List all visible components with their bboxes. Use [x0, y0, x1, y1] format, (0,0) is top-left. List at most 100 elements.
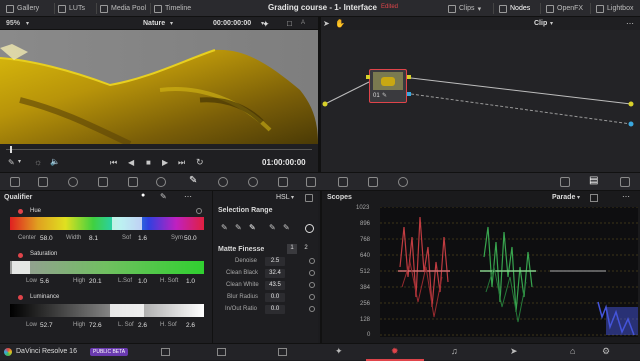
scopes-tool-icon[interactable]: ▤	[589, 175, 598, 186]
mode-dot-icon[interactable]: ●	[141, 192, 145, 199]
softness-plus-icon[interactable]: ✎	[283, 223, 290, 232]
chevron-down-icon[interactable]: ▾	[170, 20, 173, 27]
picker-icon[interactable]: ✎	[160, 192, 167, 201]
hue-center-value[interactable]: 58.0	[40, 235, 53, 242]
home-icon[interactable]: ⌂	[570, 346, 575, 356]
volume-icon[interactable]: 🔈	[50, 157, 60, 166]
skip-end-icon[interactable]: ⏭	[178, 158, 185, 168]
color-page-tab[interactable]: ✹	[366, 344, 424, 361]
pen-icon[interactable]: ✎	[8, 158, 15, 167]
softness-minus-icon[interactable]: ✎	[269, 223, 276, 232]
chevron-down-icon[interactable]: ▾	[577, 194, 580, 201]
sizing-icon[interactable]	[368, 177, 378, 187]
timeline-button[interactable]: Timeline	[154, 3, 191, 14]
pointer-icon[interactable]: ➤	[323, 19, 330, 28]
chevron-down-icon[interactable]: ▾	[550, 20, 553, 27]
clean-white-reset-icon[interactable]	[309, 282, 315, 288]
sat-hsoft-value[interactable]: 1.0	[186, 278, 195, 285]
eyedropper-plus-icon[interactable]: ✎	[249, 223, 256, 232]
in-out-ratio-field[interactable]: 0.0	[265, 305, 285, 314]
lum-lsoft-value[interactable]: 2.6	[138, 322, 147, 329]
scope-type-select[interactable]: Parade	[552, 194, 575, 201]
clean-white-field[interactable]: 43.5	[265, 281, 285, 290]
blur-icon[interactable]	[306, 177, 316, 187]
media-page-icon[interactable]	[161, 348, 170, 356]
highlight-icon[interactable]: ☼	[34, 157, 42, 167]
hue-reset-icon[interactable]	[196, 208, 202, 214]
hue-width-value[interactable]: 8.1	[89, 235, 98, 242]
playhead[interactable]	[10, 146, 12, 153]
magic-mask-icon[interactable]	[278, 177, 288, 187]
color-wheels-icon[interactable]	[68, 177, 78, 187]
cursor-icon[interactable]: ✦	[262, 19, 270, 30]
color-node[interactable]: 01 ✎	[369, 69, 407, 103]
info-panel-icon[interactable]	[620, 177, 630, 187]
denoise-reset-icon[interactable]	[309, 258, 315, 264]
more-options-icon[interactable]: ⋯	[184, 192, 192, 201]
more-options-icon[interactable]: ⋯	[626, 19, 634, 28]
skip-start-icon[interactable]: ⏮	[110, 158, 117, 168]
clean-black-field[interactable]: 32.4	[265, 269, 285, 278]
node-output-rgb[interactable]	[407, 75, 411, 79]
qualifier-tool-icon[interactable]: ✎	[189, 175, 197, 186]
clean-black-reset-icon[interactable]	[309, 270, 315, 276]
rgb-mixer-icon[interactable]	[98, 177, 108, 187]
gallery-button[interactable]: Gallery	[6, 3, 39, 14]
edit-page-icon[interactable]	[278, 348, 287, 356]
in-out-ratio-reset-icon[interactable]	[309, 306, 315, 312]
clips-button[interactable]: Clips ▾	[448, 3, 481, 14]
wipe-icon[interactable]: □	[287, 19, 292, 28]
play-icon[interactable]: ▶	[162, 158, 168, 167]
loop-icon[interactable]: ↻	[196, 157, 204, 168]
tracker-icon[interactable]	[248, 177, 258, 187]
sat-high-value[interactable]: 20.1	[89, 278, 102, 285]
sat-lsoft-value[interactable]: 1.0	[138, 278, 147, 285]
node-output-key[interactable]	[407, 92, 411, 96]
chevron-down-icon[interactable]: ▾	[18, 158, 21, 165]
node-input-rgb[interactable]	[366, 75, 370, 79]
blur-radius-reset-icon[interactable]	[309, 294, 315, 300]
curves-icon[interactable]	[156, 177, 166, 187]
deliver-page-icon[interactable]: ➤	[510, 346, 518, 357]
denoise-field[interactable]: 2.5	[265, 257, 285, 266]
3d-icon[interactable]	[398, 177, 408, 187]
reset-all-icon[interactable]	[305, 194, 313, 202]
luminance-enable-toggle[interactable]	[18, 295, 23, 300]
stop-icon[interactable]: ■	[146, 158, 151, 167]
saturation-enable-toggle[interactable]	[18, 253, 23, 258]
scrubber-track[interactable]	[6, 149, 312, 150]
chevron-down-icon[interactable]: ▾	[291, 194, 294, 201]
video-viewer[interactable]	[0, 30, 318, 147]
more-options-icon[interactable]: ⋯	[622, 192, 630, 201]
color-match-icon[interactable]	[38, 177, 48, 187]
luminance-slider[interactable]	[10, 304, 204, 317]
blur-radius-field[interactable]: 0.0	[265, 293, 285, 302]
hue-enable-toggle[interactable]	[18, 209, 23, 214]
rewind-icon[interactable]: ◀	[128, 158, 134, 167]
node-editor[interactable]: 01 ✎	[321, 30, 640, 172]
motion-effects-icon[interactable]	[128, 177, 138, 187]
power-window-icon[interactable]	[218, 177, 228, 187]
cut-page-icon[interactable]	[217, 348, 226, 356]
luts-button[interactable]: LUTs	[58, 3, 85, 14]
matte-tab-1[interactable]: 1	[287, 244, 297, 254]
eyedropper-minus-icon[interactable]: ✎	[235, 223, 242, 232]
camera-raw-icon[interactable]	[10, 177, 20, 187]
lum-high-value[interactable]: 72.6	[89, 322, 102, 329]
saturation-range-handle[interactable]	[12, 261, 30, 274]
zoom-select[interactable]: 95%	[6, 20, 20, 27]
node-mode-select[interactable]: Clip	[534, 20, 547, 27]
hue-range-handle[interactable]	[112, 217, 142, 230]
fairlight-page-icon[interactable]: ♫	[451, 346, 458, 356]
hue-slider[interactable]	[10, 217, 204, 230]
sat-low-value[interactable]: 5.6	[40, 278, 49, 285]
info-icon[interactable]	[560, 177, 570, 187]
hand-icon[interactable]: ✋	[335, 19, 345, 28]
matte-tab-2[interactable]: 2	[301, 244, 311, 254]
luminance-range-handle[interactable]	[110, 304, 144, 317]
fusion-page-icon[interactable]: ✦	[335, 346, 343, 357]
chevron-down-icon[interactable]: ▾	[26, 20, 29, 27]
lum-low-value[interactable]: 52.7	[40, 322, 53, 329]
eyedropper-icon[interactable]: ✎	[221, 223, 228, 232]
settings-icon[interactable]: ⚙	[602, 346, 610, 357]
